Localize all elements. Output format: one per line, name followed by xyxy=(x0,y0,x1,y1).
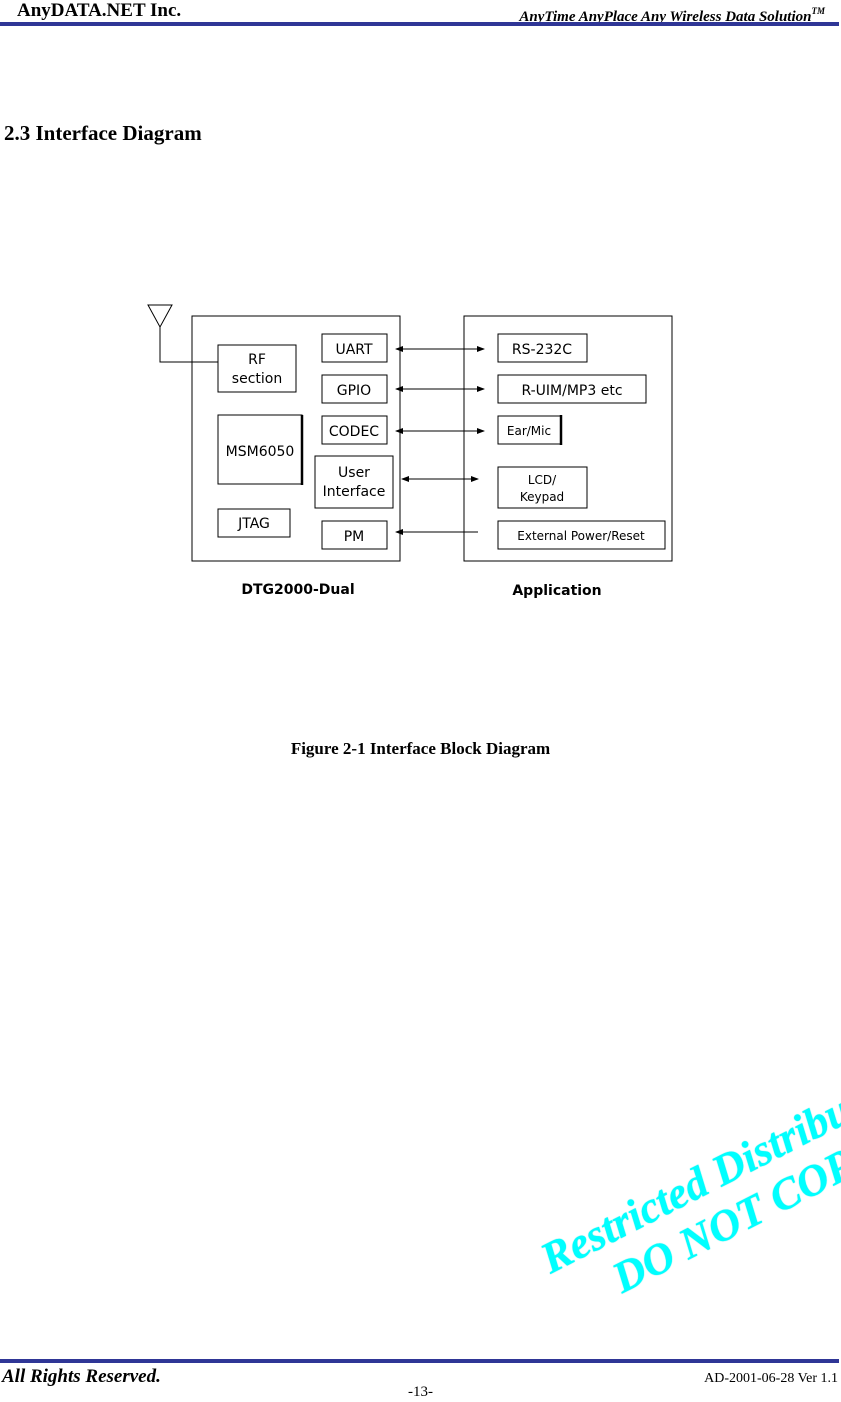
earmic-label: Ear/Mic xyxy=(507,424,551,438)
uart-label: UART xyxy=(335,342,373,358)
lcd-label-1: LCD/ xyxy=(528,473,557,487)
msm6050-label: MSM6050 xyxy=(226,444,295,460)
application-label: Application xyxy=(512,583,601,599)
user-interface-block xyxy=(314,455,394,509)
gpio-label: GPIO xyxy=(337,383,371,399)
interface-block-diagram: RF section MSM6050 JTAG UART GPIO CODEC … xyxy=(147,304,673,599)
external-power-reset-label: External Power/Reset xyxy=(517,529,645,543)
footer-rule xyxy=(0,1359,839,1363)
page-number: -13- xyxy=(408,1384,433,1400)
lcd-label-2: Keypad xyxy=(520,490,564,504)
ui-label-1: User xyxy=(338,465,370,481)
rs232-label: RS-232C xyxy=(512,342,572,358)
ui-label-2: Interface xyxy=(323,484,386,500)
module-label: DTG2000-Dual xyxy=(241,582,354,598)
figure-caption: Figure 2-1 Interface Block Diagram xyxy=(290,739,551,758)
rf-label-1: RF xyxy=(248,352,266,368)
antenna-icon xyxy=(147,304,218,363)
rf-label-2: section xyxy=(232,371,282,387)
ruim-label: R-UIM/MP3 etc xyxy=(521,383,622,399)
pm-label: PM xyxy=(344,529,365,545)
jtag-label: JTAG xyxy=(237,516,270,532)
codec-label: CODEC xyxy=(329,424,379,440)
